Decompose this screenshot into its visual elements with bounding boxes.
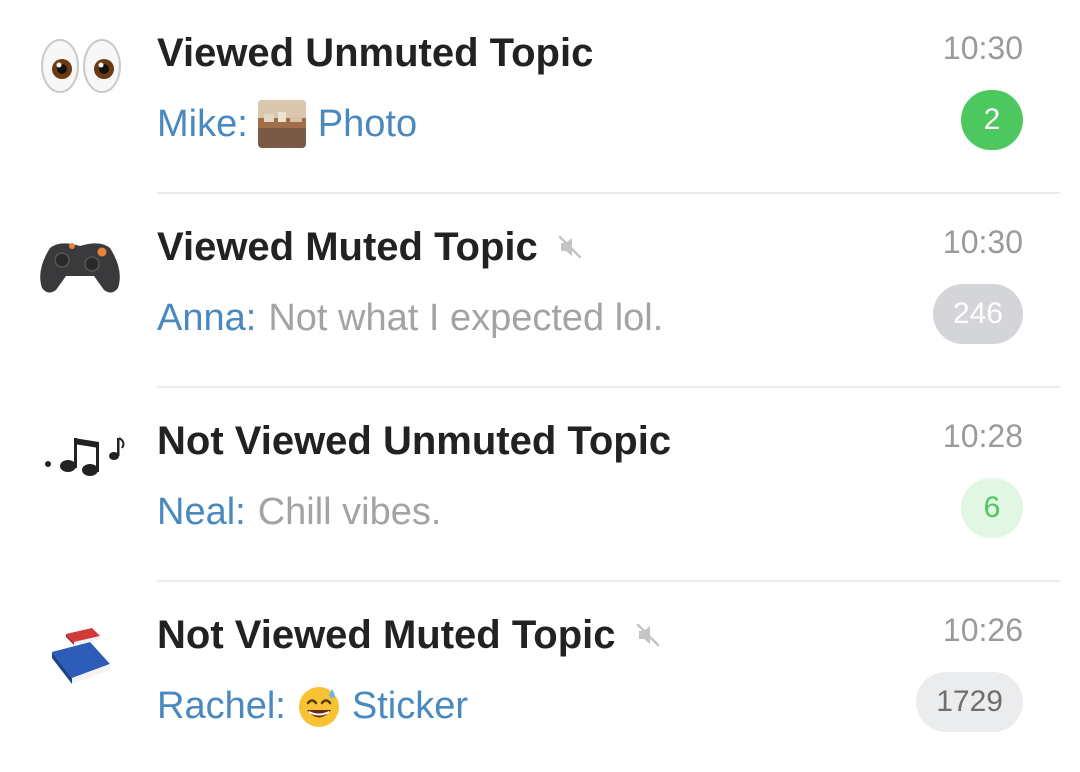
topic-title: Viewed Muted Topic — [157, 224, 538, 269]
message-text: Chill vibes. — [257, 490, 442, 533]
topic-time: 10:26 — [942, 612, 1023, 648]
topic-preview: Mike: Photo — [157, 96, 417, 152]
topic-preview: Anna: Not what I expected lol. — [157, 290, 663, 346]
music-notes-icon — [30, 414, 130, 494]
topic-row-not-viewed-muted[interactable]: Not Viewed Muted Topic 10:26 Rachel: Sti… — [0, 582, 1080, 772]
topic-row-viewed-muted[interactable]: Viewed Muted Topic 10:30 Anna: Not what … — [0, 194, 1080, 388]
muted-icon — [556, 233, 584, 261]
unread-count-badge: 2 — [961, 90, 1023, 150]
topic-title: Viewed Unmuted Topic — [157, 30, 594, 75]
topic-preview: Neal: Chill vibes. — [157, 484, 441, 540]
topic-list: Viewed Unmuted Topic 10:30 Mike: Photo 2 — [0, 0, 1080, 772]
topic-time: 10:30 — [942, 224, 1023, 260]
unread-count-badge: 246 — [932, 284, 1023, 344]
muted-icon — [634, 621, 662, 649]
message-text: Sticker — [351, 684, 468, 727]
sender-name: Rachel: — [157, 684, 286, 727]
topic-row-not-viewed-unmuted[interactable]: Not Viewed Unmuted Topic 10:28 Neal: Chi… — [0, 388, 1080, 582]
game-controller-icon — [30, 220, 130, 300]
sweat-smile-icon — [296, 683, 342, 729]
topic-row-viewed-unmuted[interactable]: Viewed Unmuted Topic 10:30 Mike: Photo 2 — [0, 0, 1080, 194]
sender-name: Neal: — [157, 490, 246, 533]
photo-thumbnail — [257, 100, 306, 148]
topic-time: 10:30 — [942, 30, 1023, 66]
message-text: Photo — [317, 102, 418, 145]
unread-count-badge: 1729 — [916, 672, 1023, 732]
topic-preview: Rachel: Sticker — [157, 678, 468, 734]
unread-count-badge: 6 — [961, 478, 1023, 538]
books-icon — [30, 608, 130, 688]
topic-time: 10:28 — [942, 418, 1023, 454]
topic-title: Not Viewed Unmuted Topic — [157, 418, 672, 463]
message-text: Not what I expected lol. — [268, 296, 664, 339]
topic-title: Not Viewed Muted Topic — [157, 612, 616, 657]
eyes-icon — [30, 26, 130, 106]
sender-name: Mike: — [157, 102, 248, 145]
sender-name: Anna: — [157, 296, 257, 339]
